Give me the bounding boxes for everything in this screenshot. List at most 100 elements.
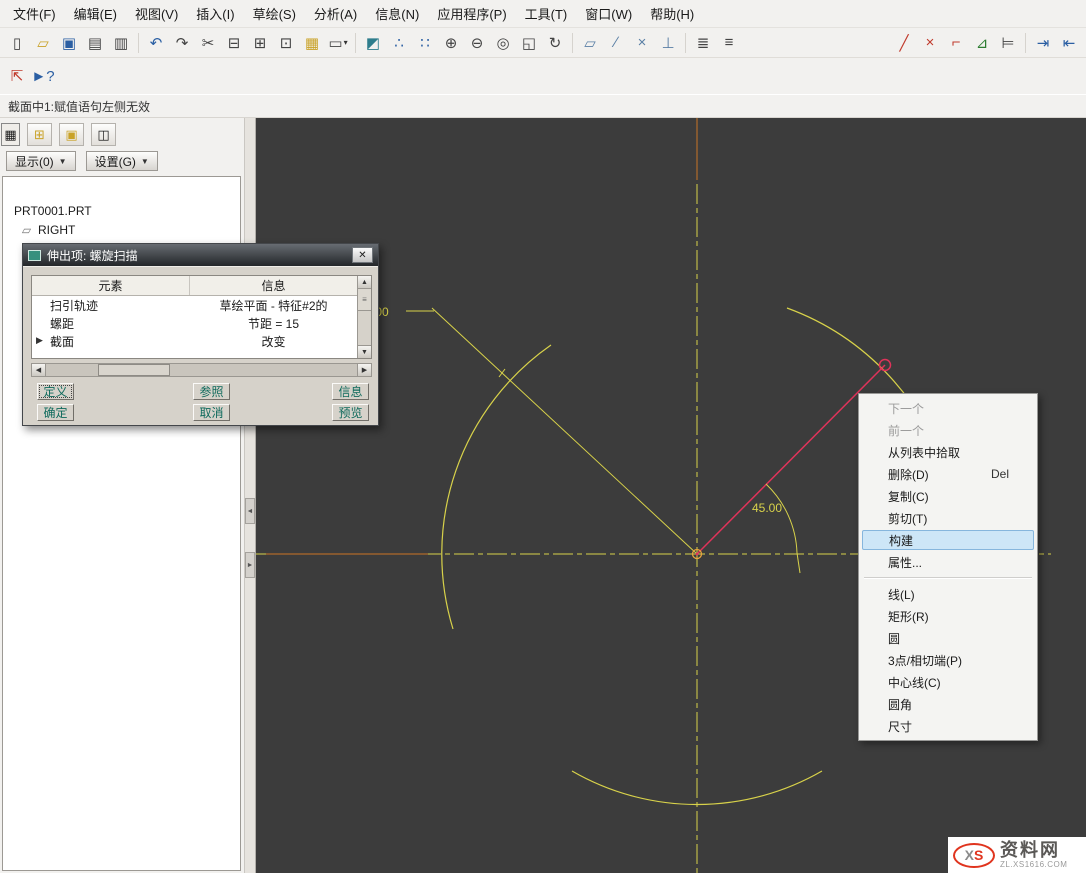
- table-row[interactable]: ▶ 截面 改变: [32, 332, 357, 350]
- new-file-icon[interactable]: ▯: [4, 31, 30, 55]
- menu-item-delete[interactable]: 删除(D) Del: [859, 463, 1037, 485]
- menu-item-previous[interactable]: 前一个: [859, 419, 1037, 441]
- model-info-icon[interactable]: ≡: [716, 31, 742, 55]
- dropdown-arrow-icon[interactable]: ▾: [344, 38, 348, 47]
- print-preview-icon[interactable]: ▥: [108, 31, 134, 55]
- regenerate-icon[interactable]: ▦: [299, 31, 325, 55]
- tree-show-button[interactable]: 显示(0) ▼: [6, 151, 76, 171]
- line-tool-icon[interactable]: ╱: [891, 31, 917, 55]
- copy-icon[interactable]: ⊟: [221, 31, 247, 55]
- open-file-icon[interactable]: ▱: [30, 31, 56, 55]
- sketcher-orientation-icon[interactable]: ⇱: [4, 64, 30, 88]
- secondary-toolbar: ⇱ ►?: [0, 58, 1086, 94]
- menu-item-rectangle[interactable]: 矩形(R): [859, 605, 1037, 627]
- preview-button[interactable]: 预览: [332, 404, 369, 421]
- scrollbar-thumb[interactable]: [98, 364, 170, 376]
- scrollbar-thumb[interactable]: ≡: [358, 289, 371, 311]
- modify-dimensions-icon[interactable]: ⊿: [969, 31, 995, 55]
- splitter-expand-handle[interactable]: ►: [245, 552, 255, 578]
- undo-icon[interactable]: ↶: [143, 31, 169, 55]
- menu-item-fillet[interactable]: 圆角: [859, 693, 1037, 715]
- menu-file[interactable]: 文件(F): [4, 0, 65, 27]
- menu-sketch[interactable]: 草绘(S): [244, 0, 305, 27]
- menu-item-construct[interactable]: 构建: [862, 530, 1034, 550]
- horizontal-scrollbar[interactable]: ◀ ▶: [31, 363, 372, 377]
- menu-edit[interactable]: 编辑(E): [65, 0, 126, 27]
- save-icon[interactable]: ▣: [56, 31, 82, 55]
- cut-icon[interactable]: ✂: [195, 31, 221, 55]
- scroll-down-icon[interactable]: ▼: [358, 345, 371, 358]
- menu-applications[interactable]: 应用程序(P): [428, 0, 515, 27]
- menu-help[interactable]: 帮助(H): [641, 0, 703, 27]
- menu-info[interactable]: 信息(N): [366, 0, 428, 27]
- menu-analysis[interactable]: 分析(A): [305, 0, 366, 27]
- menu-item-next[interactable]: 下一个: [859, 397, 1037, 419]
- vertical-scrollbar[interactable]: ▲ ≡ ▼: [357, 276, 371, 358]
- dialog-titlebar[interactable]: 伸出项: 螺旋扫描 ✕: [23, 244, 378, 266]
- tree-toolbar: 显示(0) ▼ 设置(G) ▼: [0, 150, 244, 175]
- ok-button[interactable]: 确定: [37, 404, 74, 421]
- menu-item-cut[interactable]: 剪切(T): [859, 507, 1037, 529]
- scroll-left-icon[interactable]: ◀: [32, 364, 46, 376]
- datum-axes-icon[interactable]: ∕: [603, 31, 629, 55]
- diagonal-line[interactable]: [432, 308, 697, 554]
- connections-icon[interactable]: ◫: [91, 123, 116, 146]
- menu-item-centerline[interactable]: 中心线(C): [859, 671, 1037, 693]
- info-button[interactable]: 信息: [332, 383, 369, 400]
- quit-feature-icon[interactable]: ⇤: [1056, 31, 1082, 55]
- table-row[interactable]: 螺距 节距 = 15: [32, 314, 357, 332]
- arc-upper-left[interactable]: [442, 345, 551, 629]
- panel-splitter[interactable]: ◄ ►: [244, 118, 256, 873]
- menu-item-copy[interactable]: 复制(C): [859, 485, 1037, 507]
- print-icon[interactable]: ▤: [82, 31, 108, 55]
- datum-planes-icon[interactable]: ▱: [577, 31, 603, 55]
- sketch-display-icon[interactable]: ◩: [360, 31, 386, 55]
- menu-view[interactable]: 视图(V): [126, 0, 187, 27]
- sketch-references-icon[interactable]: ∷: [412, 31, 438, 55]
- menu-item-properties[interactable]: 属性...: [859, 551, 1037, 573]
- refit-icon[interactable]: ◎: [490, 31, 516, 55]
- menu-item-pick-from-list[interactable]: 从列表中拾取: [859, 441, 1037, 463]
- tree-view-icon[interactable]: ▦: [1, 123, 20, 146]
- angle-dimension-arc[interactable]: [766, 484, 797, 553]
- zoom-window-icon[interactable]: ◱: [516, 31, 542, 55]
- tree-item-right-plane[interactable]: ▱ RIGHT: [3, 220, 240, 239]
- trim-corner-icon[interactable]: ⌐: [943, 31, 969, 55]
- define-button[interactable]: 定义: [37, 383, 74, 400]
- table-row[interactable]: 扫引轨迹 草绘平面 - 特征#2的: [32, 296, 357, 314]
- zoom-out-icon[interactable]: ⊖: [464, 31, 490, 55]
- cancel-button[interactable]: 取消: [193, 404, 230, 421]
- selected-line[interactable]: [697, 365, 885, 554]
- scroll-up-icon[interactable]: ▲: [358, 276, 371, 289]
- close-icon[interactable]: ✕: [352, 247, 373, 263]
- menu-window[interactable]: 窗口(W): [576, 0, 641, 27]
- menu-item-3point-tangent[interactable]: 3点/相切端(P): [859, 649, 1037, 671]
- accept-feature-icon[interactable]: ⇥: [1030, 31, 1056, 55]
- constraints-icon[interactable]: ⊨: [995, 31, 1021, 55]
- paste-special-icon[interactable]: ⊡: [273, 31, 299, 55]
- menu-item-line[interactable]: 线(L): [859, 583, 1037, 605]
- sketch-points-icon[interactable]: ∴: [386, 31, 412, 55]
- splitter-collapse-handle[interactable]: ◄: [245, 498, 255, 524]
- select-filter-icon[interactable]: ▭▾: [325, 31, 351, 55]
- coordinate-systems-icon[interactable]: ⊥: [655, 31, 681, 55]
- menu-item-circle[interactable]: 圆: [859, 627, 1037, 649]
- menu-item-dimension[interactable]: 尺寸: [859, 715, 1037, 737]
- paste-icon[interactable]: ⊞: [247, 31, 273, 55]
- folder-browser-icon[interactable]: ⊞: [27, 123, 52, 146]
- refs-button[interactable]: 参照: [193, 383, 230, 400]
- menu-insert[interactable]: 插入(I): [187, 0, 243, 27]
- favorites-icon[interactable]: ▣: [59, 123, 84, 146]
- scroll-right-icon[interactable]: ▶: [357, 364, 371, 376]
- reorient-view-icon[interactable]: ↻: [542, 31, 568, 55]
- tree-settings-button[interactable]: 设置(G) ▼: [86, 151, 158, 171]
- tree-item-part[interactable]: PRT0001.PRT: [3, 201, 240, 220]
- zoom-in-icon[interactable]: ⊕: [438, 31, 464, 55]
- angle-dimension-label[interactable]: 45.00: [752, 501, 782, 515]
- layers-icon[interactable]: ≣: [690, 31, 716, 55]
- context-help-icon[interactable]: ►?: [30, 64, 56, 88]
- menu-tools[interactable]: 工具(T): [516, 0, 577, 27]
- datum-points-icon[interactable]: ×: [629, 31, 655, 55]
- delete-segment-icon[interactable]: ×: [917, 31, 943, 55]
- redo-icon[interactable]: ↷: [169, 31, 195, 55]
